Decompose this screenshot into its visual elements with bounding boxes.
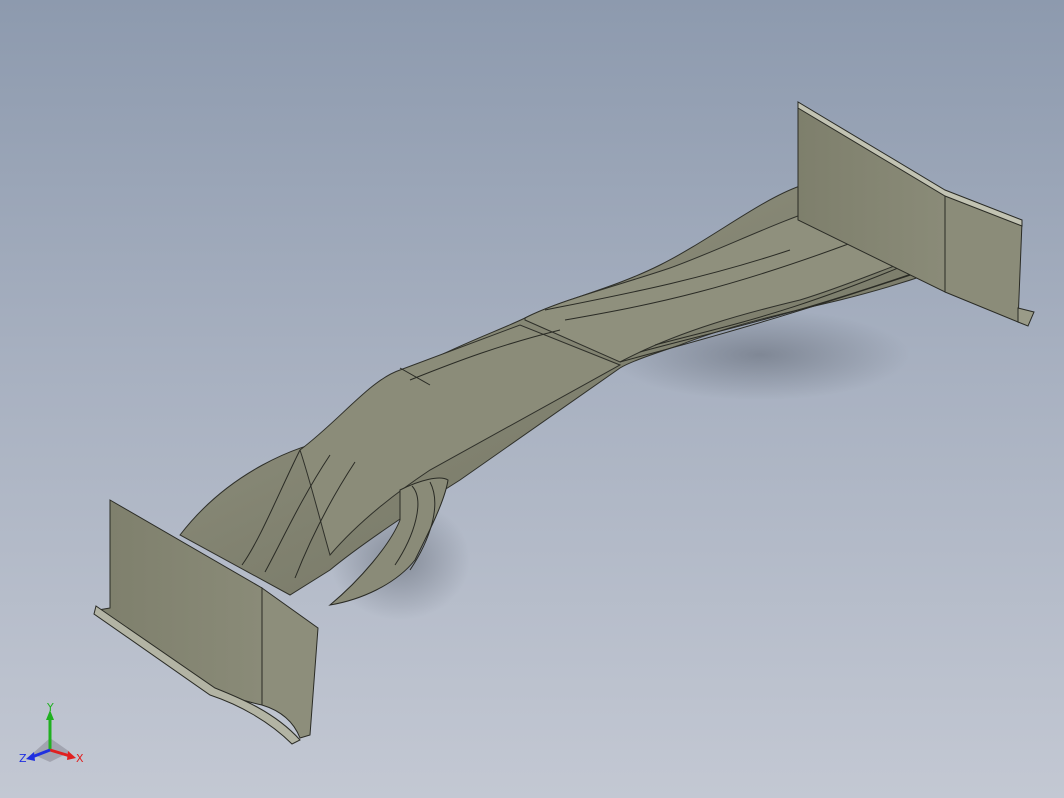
right-endplate-foot <box>1017 307 1035 327</box>
z-axis-label: Z <box>19 752 27 765</box>
view-orientation-triad-icon[interactable]: Y Z X <box>18 702 88 772</box>
y-axis-label: Y <box>46 702 54 714</box>
graphics-viewport[interactable]: Y Z X <box>0 0 1064 798</box>
x-axis-label: X <box>76 752 84 765</box>
upper-flap <box>299 324 622 557</box>
front-wing-part-icon[interactable] <box>0 0 1064 798</box>
